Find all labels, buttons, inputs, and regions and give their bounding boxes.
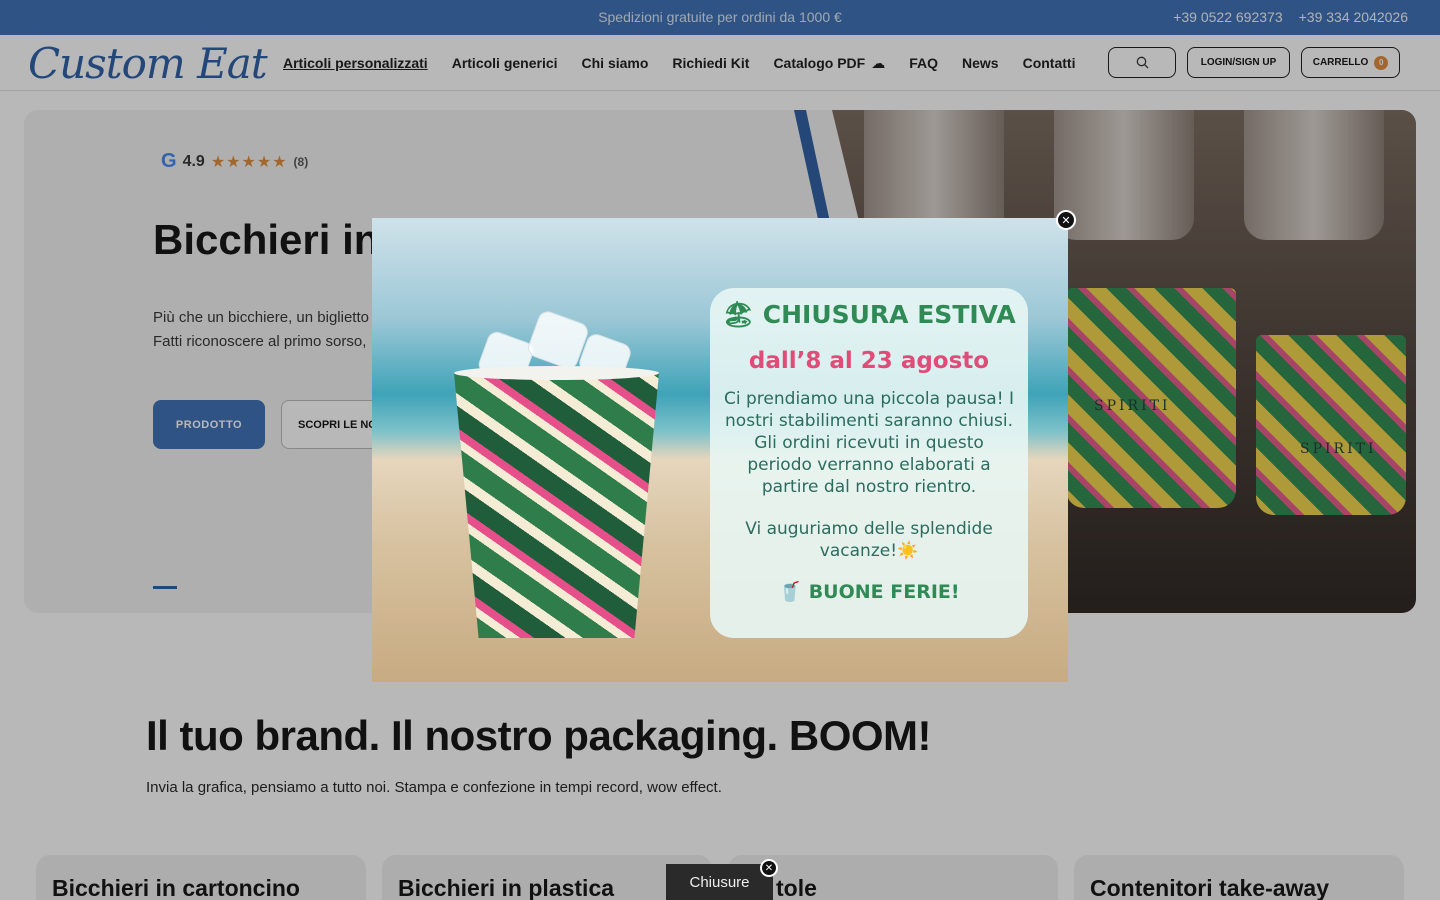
popup-close-icon[interactable]: ✕ xyxy=(1056,210,1076,230)
closure-message: Ci prendiamo una piccola pausa! I nostri… xyxy=(724,389,1014,497)
closure-toast[interactable]: Chiusure xyxy=(666,864,773,900)
summer-closure-popup: 🏖 CHIUSURA ESTIVA dall’8 al 23 agosto Ci… xyxy=(372,218,1068,682)
toast-close-icon[interactable]: ✕ xyxy=(760,859,778,877)
closure-dates: dall’8 al 23 agosto xyxy=(748,348,990,374)
cup-rim xyxy=(454,366,659,380)
closure-goodbye: 🥤 BUONE FERIE! xyxy=(778,581,960,603)
tropical-cup-image xyxy=(454,373,659,638)
closure-notice-card: 🏖 CHIUSURA ESTIVA dall’8 al 23 agosto Ci… xyxy=(710,288,1028,638)
closure-title: 🏖 CHIUSURA ESTIVA xyxy=(722,300,1016,329)
closure-wish: Vi auguriamo delle splendide vacanze!☀️ xyxy=(745,519,993,561)
